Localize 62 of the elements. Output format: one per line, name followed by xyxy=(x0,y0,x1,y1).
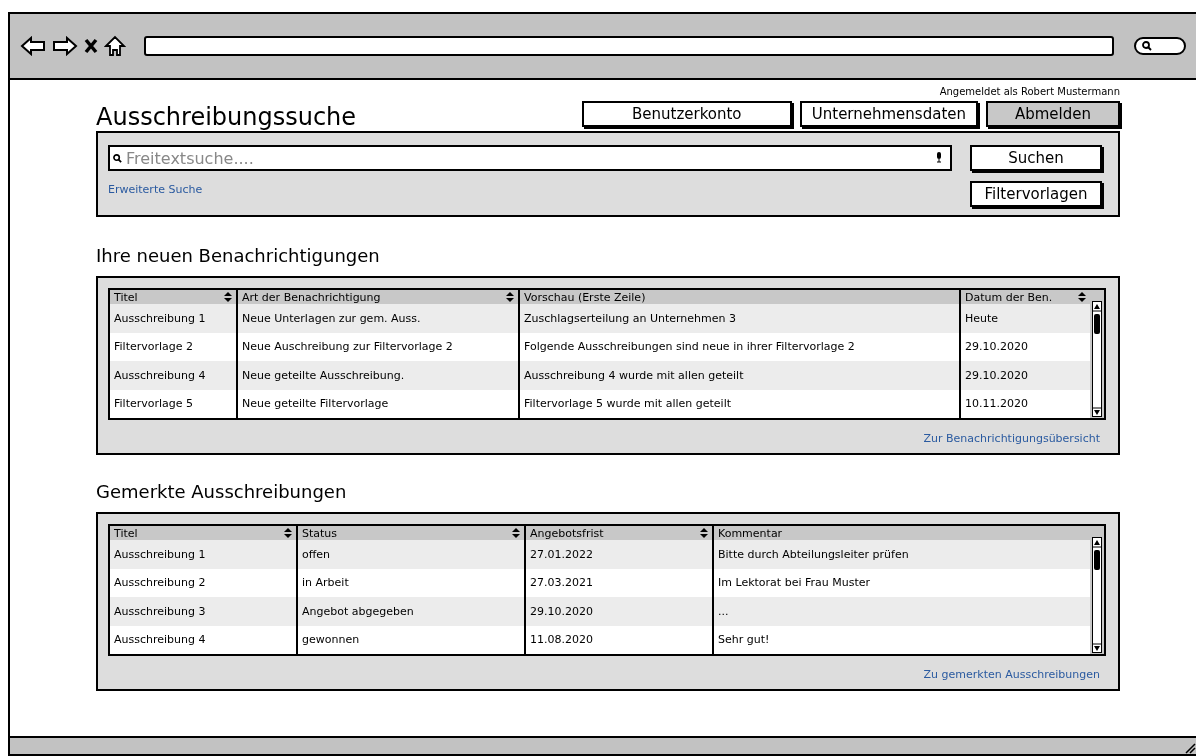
scrollbar[interactable] xyxy=(1090,290,1104,418)
section-heading: Gemerkte Ausschreibungen xyxy=(96,481,348,502)
back-icon[interactable] xyxy=(20,36,46,56)
table-cell: 29.10.2020 xyxy=(959,361,1090,390)
table-cell: Neue Unterlagen zur gem. Auss. xyxy=(236,304,518,333)
table-cell-text: Ausschreibung 4 xyxy=(113,632,207,649)
overview-link[interactable]: Zur Benachrichtigungsübersicht xyxy=(923,432,1100,445)
column-header[interactable]: Titel xyxy=(110,290,236,304)
table-cell: Zuschlagserteilung an Unternehmen 3 xyxy=(518,304,959,333)
sort-icon[interactable] xyxy=(224,292,232,302)
table-cell: Filtervorlage 5 wurde mit allen geteilt xyxy=(518,389,959,418)
table-cell: Ausschreibung 1 xyxy=(110,304,236,333)
table-cell-text: Filtervorlage 2 xyxy=(113,339,195,356)
table-cell: Ausschreibung 4 xyxy=(110,361,236,390)
overview-link[interactable]: Zu gemerkten Ausschreibungen xyxy=(923,668,1100,681)
header-button[interactable]: Unternehmensdaten xyxy=(799,101,978,127)
search-icon xyxy=(1142,41,1152,51)
column-header[interactable]: Vorschau (Erste Zeile) xyxy=(518,290,959,304)
header-button[interactable]: Benutzerkonto xyxy=(581,101,792,127)
table-cell: Bitte durch Abteilungsleiter prüfen xyxy=(712,540,1090,569)
table-cell: Neue geteilte Ausschreibung. xyxy=(236,361,518,390)
table-cell: 27.01.2022 xyxy=(524,540,712,569)
table-cell: 29.10.2020 xyxy=(524,597,712,626)
table-cell: ... xyxy=(712,597,1090,626)
column-header[interactable]: Datum der Ben. xyxy=(959,290,1090,304)
page-title: Ausschreibungssuche xyxy=(96,103,357,131)
table-cell: Ausschreibung 1 xyxy=(110,540,296,569)
table-cell: Heute xyxy=(959,304,1090,333)
column-header[interactable]: Angebotsfrist xyxy=(524,526,712,540)
resize-grip-icon[interactable] xyxy=(1184,742,1196,754)
table-cell-text: Ausschreibung 2 xyxy=(113,575,207,592)
table-cell: offen xyxy=(296,540,524,569)
table-cell-text: Filtervorlage 5 xyxy=(113,396,195,413)
close-icon[interactable] xyxy=(84,38,98,54)
sort-icon[interactable] xyxy=(284,528,292,538)
sort-icon[interactable] xyxy=(1078,292,1086,302)
login-status: Angemeldet als Robert Mustermann xyxy=(938,86,1120,97)
home-icon[interactable] xyxy=(104,35,126,57)
advanced-search-link[interactable]: Erweiterte Suche xyxy=(108,183,952,196)
sort-icon[interactable] xyxy=(700,528,708,538)
web-search-field[interactable] xyxy=(1134,37,1186,55)
scrollbar[interactable] xyxy=(1090,526,1104,654)
header-button[interactable]: Abmelden xyxy=(986,101,1120,127)
section-heading: Ihre neuen Benachrichtigungen xyxy=(96,245,381,266)
forward-icon[interactable] xyxy=(52,36,78,56)
table-cell: Neue geteilte Filtervorlage xyxy=(236,389,518,418)
table-cell: Ausschreibung 3 xyxy=(110,597,296,626)
column-header[interactable]: Kommentar xyxy=(712,526,1090,540)
table-cell: Angebot abgegeben xyxy=(296,597,524,626)
table-cell: gewonnen xyxy=(296,625,524,654)
column-header[interactable]: Titel xyxy=(110,526,296,540)
search-panel-button[interactable]: Suchen xyxy=(970,145,1102,171)
search-panel-button[interactable]: Filtervorlagen xyxy=(970,181,1102,207)
address-bar[interactable] xyxy=(144,36,1114,56)
sort-icon[interactable] xyxy=(512,528,520,538)
microphone-icon[interactable] xyxy=(936,152,942,163)
search-field[interactable]: Freitextsuche.... xyxy=(108,145,952,171)
table-cell: Ausschreibung 4 wurde mit allen geteilt xyxy=(518,361,959,390)
sort-icon[interactable] xyxy=(506,292,514,302)
table-cell: 11.08.2020 xyxy=(524,625,712,654)
column-header[interactable]: Art der Benachrichtigung xyxy=(236,290,518,304)
column-header[interactable]: Status xyxy=(296,526,524,540)
